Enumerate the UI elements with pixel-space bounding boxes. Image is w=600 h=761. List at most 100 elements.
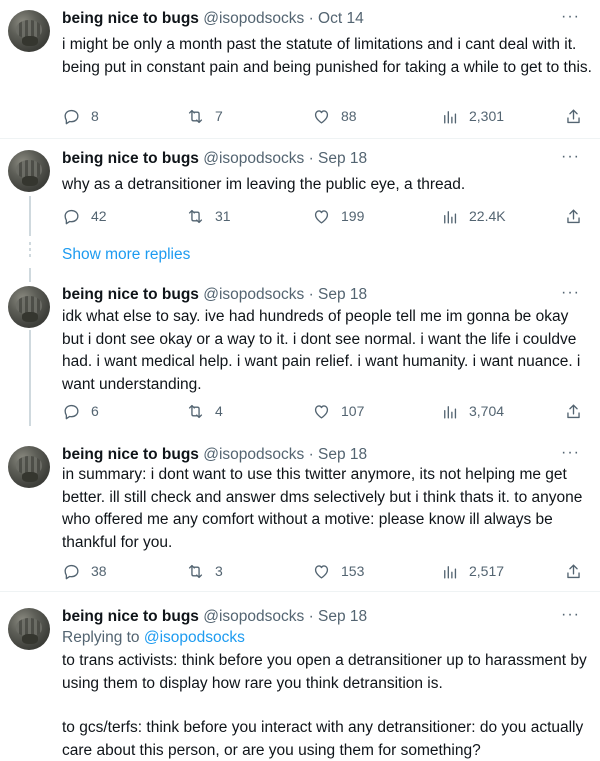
display-name[interactable]: being nice to bugs: [62, 10, 199, 27]
reply-icon: [64, 404, 79, 419]
thread-gap-dots: [29, 242, 31, 260]
like-button[interactable]: 107: [312, 399, 364, 423]
thread-line: [29, 196, 31, 236]
tweet-text: i might be only a month past the statute…: [62, 36, 592, 76]
tweet-feed: being nice to bugs @isopodsocks · Oct 14…: [0, 0, 600, 761]
view-count: 2,517: [469, 563, 505, 579]
views-button[interactable]: 3,704: [440, 399, 504, 423]
view-count: 2,301: [469, 108, 505, 124]
tweet-header: being nice to bugs @isopodsocks · Sep 18: [62, 284, 367, 306]
handle-and-date[interactable]: @isopodsocks · Sep 18: [203, 446, 367, 463]
views-icon: [444, 565, 457, 579]
reply-count: 8: [91, 108, 99, 124]
like-icon: [314, 109, 329, 124]
view-count: 3,704: [469, 403, 505, 419]
tweet[interactable]: being nice to bugs @isopodsocks · Sep 18…: [0, 140, 600, 240]
like-button[interactable]: 199: [312, 204, 364, 228]
tweet-header: being nice to bugs @isopodsocks · Oct 14: [62, 8, 364, 30]
retweet-count: 31: [215, 208, 231, 224]
reply-count: 42: [91, 208, 107, 224]
retweet-icon: [188, 109, 203, 123]
retweet-count: 4: [215, 403, 223, 419]
like-count: 153: [341, 563, 365, 579]
thread-line: [29, 330, 31, 426]
tweet-actions: 42 31 199 22.4K: [62, 204, 592, 228]
more-icon[interactable]: ···: [561, 282, 580, 304]
show-more-replies-link[interactable]: Show more replies: [62, 244, 190, 266]
display-name[interactable]: being nice to bugs: [62, 446, 199, 463]
divider: [0, 138, 600, 139]
views-icon: [444, 110, 457, 124]
tweet[interactable]: being nice to bugs @isopodsocks · Sep 18…: [0, 276, 600, 428]
more-icon[interactable]: ···: [561, 442, 580, 464]
avatar[interactable]: [8, 10, 50, 52]
more-icon[interactable]: ···: [561, 6, 580, 28]
display-name[interactable]: being nice to bugs: [62, 286, 199, 303]
more-icon[interactable]: ···: [561, 604, 580, 626]
retweet-button[interactable]: 3: [186, 559, 223, 583]
share-button[interactable]: [564, 204, 583, 228]
tweet-header: being nice to bugs @isopodsocks · Sep 18: [62, 148, 367, 170]
reply-icon: [64, 109, 79, 124]
views-icon: [444, 210, 457, 224]
retweet-count: 3: [215, 563, 223, 579]
view-count: 22.4K: [469, 208, 506, 224]
like-icon: [314, 564, 329, 579]
avatar[interactable]: [8, 446, 50, 488]
tweet[interactable]: being nice to bugs @isopodsocks · Sep 18…: [0, 598, 600, 761]
share-button[interactable]: [564, 559, 583, 583]
share-icon: [567, 563, 580, 578]
tweet-actions: 38 3 153 2,517: [62, 559, 592, 583]
retweet-icon: [188, 209, 203, 223]
reply-button[interactable]: 8: [62, 104, 99, 128]
reply-button[interactable]: 38: [62, 559, 107, 583]
handle-and-date[interactable]: @isopodsocks · Sep 18: [203, 286, 367, 303]
reply-icon: [64, 564, 79, 579]
tweet[interactable]: being nice to bugs @isopodsocks · Oct 14…: [0, 0, 600, 138]
like-count: 199: [341, 208, 365, 224]
tweet-paragraph: to gcs/terfs: think before you interact …: [62, 719, 584, 759]
reply-button[interactable]: 42: [62, 204, 107, 228]
views-icon: [444, 405, 457, 419]
display-name[interactable]: being nice to bugs: [62, 150, 199, 167]
share-icon: [567, 403, 580, 418]
replying-to: Replying to @isopodsocks: [62, 627, 245, 649]
retweet-icon: [188, 564, 203, 578]
like-icon: [314, 209, 329, 224]
handle-and-date[interactable]: @isopodsocks · Sep 18: [203, 150, 367, 167]
tweet-header: being nice to bugs @isopodsocks · Sep 18: [62, 444, 367, 466]
share-button[interactable]: [564, 399, 583, 423]
tweet-actions: 8 7 88 2,301: [62, 104, 592, 128]
views-button[interactable]: 2,301: [440, 104, 504, 128]
reply-count: 38: [91, 563, 107, 579]
tweet-paragraph: to trans activists: think before you ope…: [62, 652, 587, 692]
handle-and-date[interactable]: @isopodsocks · Oct 14: [203, 10, 363, 27]
display-name[interactable]: being nice to bugs: [62, 608, 199, 625]
retweet-count: 7: [215, 108, 223, 124]
avatar[interactable]: [8, 608, 50, 650]
handle-and-date[interactable]: @isopodsocks · Sep 18: [203, 608, 367, 625]
retweet-icon: [188, 404, 203, 418]
divider: [0, 591, 600, 592]
more-icon[interactable]: ···: [561, 146, 580, 168]
like-button[interactable]: 153: [312, 559, 364, 583]
like-icon: [314, 404, 329, 419]
avatar[interactable]: [8, 150, 50, 192]
like-count: 88: [341, 108, 357, 124]
share-button[interactable]: [564, 104, 583, 128]
reply-icon: [64, 209, 79, 224]
reply-button[interactable]: 6: [62, 399, 99, 423]
replying-to-handle[interactable]: @isopodsocks: [144, 629, 245, 646]
retweet-button[interactable]: 31: [186, 204, 231, 228]
retweet-button[interactable]: 7: [186, 104, 223, 128]
tweet-actions: 6 4 107 3,704: [62, 399, 592, 423]
tweet[interactable]: being nice to bugs @isopodsocks · Sep 18…: [0, 436, 600, 588]
share-icon: [567, 208, 580, 223]
avatar[interactable]: [8, 286, 50, 328]
views-button[interactable]: 2,517: [440, 559, 504, 583]
like-button[interactable]: 88: [312, 104, 357, 128]
retweet-button[interactable]: 4: [186, 399, 223, 423]
replying-to-label: Replying to: [62, 629, 144, 646]
tweet-header: being nice to bugs @isopodsocks · Sep 18: [62, 606, 367, 628]
views-button[interactable]: 22.4K: [440, 204, 506, 228]
